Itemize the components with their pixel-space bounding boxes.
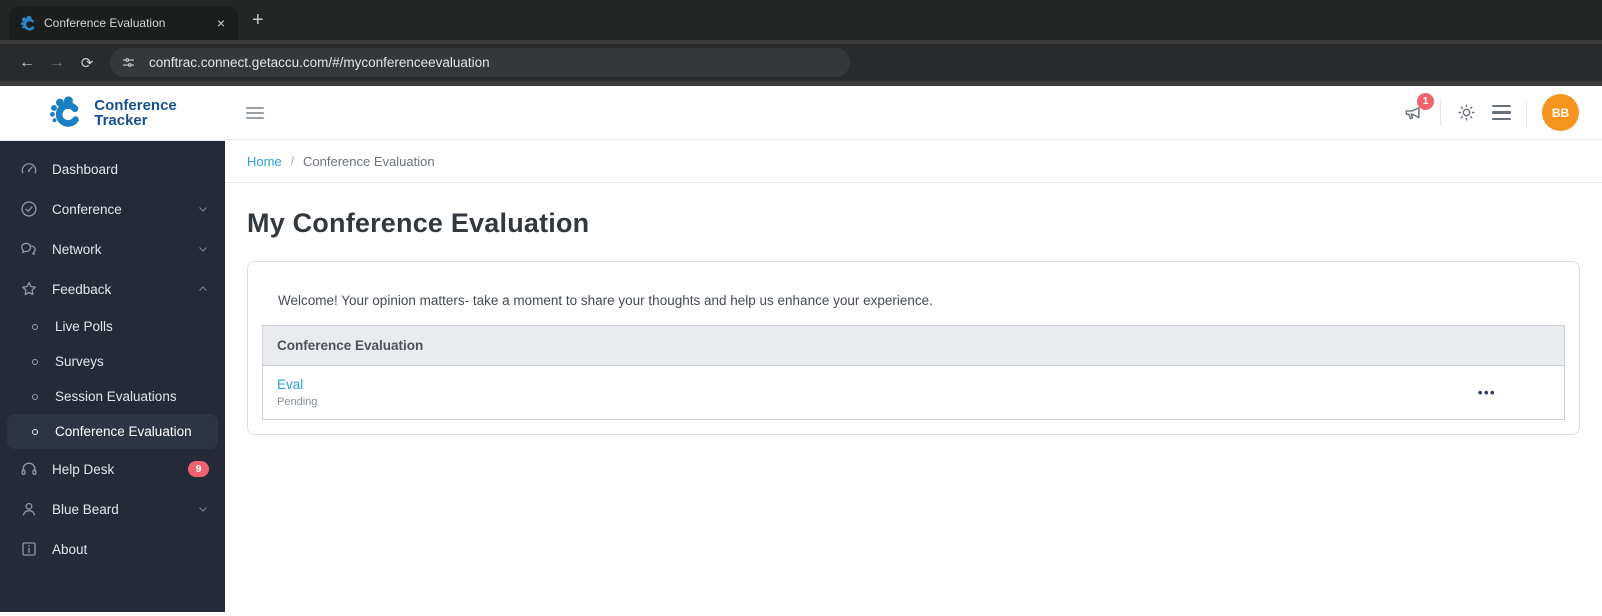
breadcrumb-home-link[interactable]: Home <box>247 154 282 169</box>
check-circle-icon <box>19 199 39 219</box>
sidebar-item-label: Live Polls <box>55 319 113 334</box>
sidebar-item-feedback[interactable]: Feedback <box>0 269 225 309</box>
sidebar-item-label: Network <box>52 241 102 257</box>
app-logo[interactable]: Conference Tracker <box>0 86 225 141</box>
chevron-down-icon <box>197 503 209 515</box>
tab-strip: Conference Evaluation × + <box>0 0 1602 40</box>
sidebar-item-label: Conference Evaluation <box>55 424 192 439</box>
sidebar-item-label: Help Desk <box>52 461 115 477</box>
sidebar-nav: Dashboard Conference Network Feedback Li… <box>0 141 225 612</box>
table-header: Conference Evaluation <box>263 326 1564 366</box>
status-badge: Pending <box>277 396 318 408</box>
sidebar-item-blue-beard[interactable]: Blue Beard <box>0 489 225 529</box>
bullet-icon <box>32 358 38 365</box>
sidebar-item-label: Dashboard <box>52 161 119 177</box>
notification-badge: 1 <box>1417 93 1434 110</box>
breadcrumb-separator: / <box>290 154 295 168</box>
sidebar-item-surveys[interactable]: Surveys <box>0 344 225 379</box>
page-title: My Conference Evaluation <box>247 208 590 238</box>
bullet-icon <box>32 428 38 435</box>
sidebar-item-label: Feedback <box>52 281 112 297</box>
evaluation-link[interactable]: Eval <box>277 377 1424 392</box>
table-row: Eval Pending ••• <box>263 366 1564 419</box>
chevron-down-icon <box>197 203 209 215</box>
breadcrumb: Home / Conference Evaluation <box>225 140 1602 183</box>
sidebar-item-dashboard[interactable]: Dashboard <box>0 149 225 189</box>
sidebar-item-network[interactable]: Network <box>0 229 225 269</box>
sidebar-item-session-evaluations[interactable]: Session Evaluations <box>0 379 225 414</box>
star-icon <box>19 279 39 299</box>
breadcrumb-current: Conference Evaluation <box>303 153 435 169</box>
chat-icon <box>19 239 39 259</box>
sidebar-item-help-desk[interactable]: Help Desk 9 <box>0 449 225 489</box>
welcome-message: Welcome! Your opinion matters- take a mo… <box>278 293 933 308</box>
chevron-down-icon <box>197 243 209 255</box>
reload-button[interactable]: ⟳ <box>72 54 102 72</box>
app-header: 1 BB <box>225 86 1602 140</box>
sidebar-item-label: Surveys <box>55 354 104 369</box>
user-icon <box>19 499 39 519</box>
theme-brightness-button[interactable] <box>1456 102 1477 123</box>
sidebar-item-conference-evaluation[interactable]: Conference Evaluation <box>7 414 218 449</box>
header-divider <box>1526 99 1527 126</box>
url-text[interactable]: conftrac.connect.getaccu.com/#/myconfere… <box>149 55 490 70</box>
dashboard-icon <box>19 159 39 179</box>
browser-tab[interactable]: Conference Evaluation × <box>9 6 238 40</box>
main-content: My Conference Evaluation Welcome! Your o… <box>225 183 1602 616</box>
bullet-icon <box>32 323 38 330</box>
new-tab-button[interactable]: + <box>252 9 264 32</box>
sidebar: Conference Tracker Dashboard Conference … <box>0 86 225 616</box>
logo-text: Conference Tracker <box>94 97 177 129</box>
evaluation-table: Conference Evaluation Eval Pending ••• <box>262 325 1565 420</box>
sidebar-item-conference[interactable]: Conference <box>0 189 225 229</box>
tab-close-icon[interactable]: × <box>212 14 230 32</box>
avatar[interactable]: BB <box>1542 94 1579 131</box>
headset-icon <box>19 459 39 479</box>
address-bar[interactable]: conftrac.connect.getaccu.com/#/myconfere… <box>110 48 850 77</box>
chevron-up-icon <box>197 283 209 295</box>
sidebar-item-live-polls[interactable]: Live Polls <box>0 309 225 344</box>
sidebar-item-label: About <box>52 541 88 557</box>
evaluation-card: Welcome! Your opinion matters- take a mo… <box>247 261 1580 435</box>
browser-toolbar: ← → ⟳ conftrac.connect.getaccu.com/#/myc… <box>0 44 1602 81</box>
back-button[interactable]: ← <box>12 54 42 72</box>
info-icon <box>19 539 39 559</box>
sidebar-toggle-icon[interactable] <box>246 106 264 119</box>
menu-icon[interactable] <box>1492 104 1511 121</box>
sidebar-item-label: Session Evaluations <box>55 389 177 404</box>
forward-button: → <box>49 53 65 71</box>
row-actions-menu-icon[interactable]: ••• <box>1424 385 1550 400</box>
header-divider <box>1440 99 1441 126</box>
site-settings-icon[interactable] <box>116 51 140 75</box>
announcements-button[interactable]: 1 <box>1402 93 1434 124</box>
favicon-icon <box>20 15 36 31</box>
sidebar-item-label: Conference <box>52 201 122 217</box>
help-desk-badge: 9 <box>188 460 209 478</box>
bullet-icon <box>32 393 38 400</box>
conference-tracker-logo-icon <box>48 96 86 130</box>
sidebar-item-about[interactable]: About <box>0 529 225 569</box>
sidebar-item-label: Blue Beard <box>52 501 119 517</box>
tab-title: Conference Evaluation <box>44 16 166 30</box>
browser-window: Conference Evaluation × + ← → ⟳ conftrac… <box>0 0 1602 616</box>
